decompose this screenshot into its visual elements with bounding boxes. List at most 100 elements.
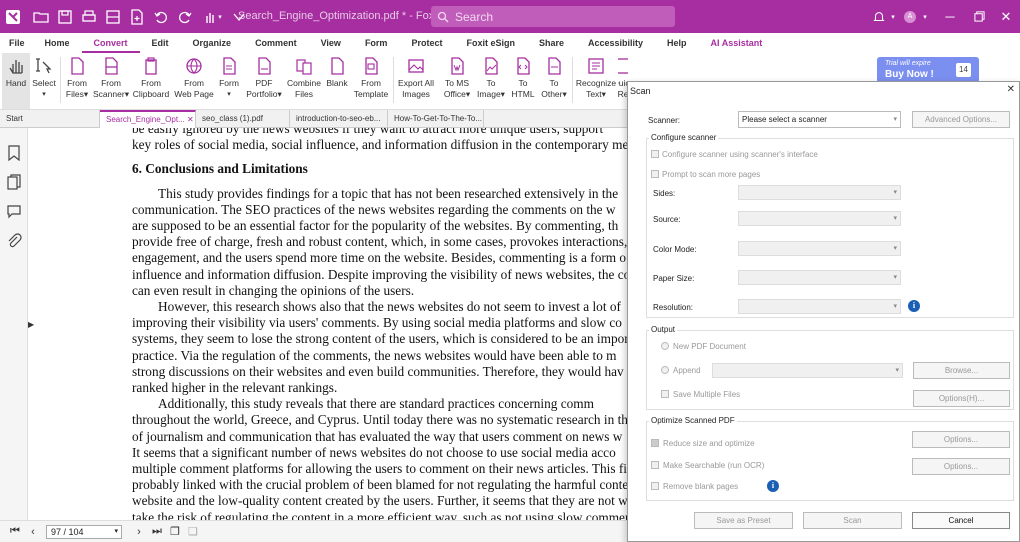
append-target-select[interactable]: ▾: [712, 363, 903, 378]
use-scanner-interface-checkbox[interactable]: [651, 150, 659, 158]
close-window-icon[interactable]: ✕: [994, 0, 1018, 33]
menu-share[interactable]: Share: [527, 33, 576, 53]
first-page-icon[interactable]: ⏮: [8, 525, 22, 538]
scan-doc-icon[interactable]: [101, 5, 125, 29]
account-dropdown-icon[interactable]: ▾: [920, 0, 930, 33]
blank-button[interactable]: Blank: [324, 53, 350, 109]
menu-ai-assistant[interactable]: AI Assistant: [699, 33, 775, 53]
make-searchable-checkbox[interactable]: [651, 461, 659, 469]
tab-seo-class[interactable]: seo_class (1).pdf: [196, 110, 290, 128]
last-page-icon[interactable]: ⏭: [150, 525, 164, 538]
from-scanner-button[interactable]: From Scanner▾: [93, 53, 129, 109]
menu-help[interactable]: Help: [655, 33, 699, 53]
chevron-down-icon: ▾: [893, 274, 897, 281]
tab-start[interactable]: Start: [0, 110, 100, 128]
menu-form[interactable]: Form: [353, 33, 400, 53]
clipboard-icon: [145, 57, 157, 75]
trial-promo-banner[interactable]: Trial will expire Buy Now ! 14: [877, 57, 979, 83]
menu-file[interactable]: File: [0, 33, 33, 53]
notification-dropdown-icon[interactable]: ▾: [888, 0, 898, 33]
reduce-size-options-button[interactable]: Options...: [912, 431, 1010, 448]
expand-panel-icon[interactable]: ▶: [28, 320, 34, 329]
notification-bell-icon[interactable]: [870, 0, 888, 33]
configure-scanner-group: [646, 138, 1014, 318]
previous-page-icon[interactable]: ‹: [26, 526, 40, 538]
form-button[interactable]: Form ▾: [216, 53, 242, 109]
resolution-info-icon[interactable]: i: [908, 300, 920, 312]
menu-protect[interactable]: Protect: [399, 33, 454, 53]
scan-dialog: Scan ✕ Scanner: Please select a scanner ▾…: [627, 81, 1020, 542]
select-tool-button[interactable]: Select ▾: [31, 53, 57, 109]
menu-foxit-esign[interactable]: Foxit eSign: [454, 33, 527, 53]
page-number-input[interactable]: 97 / 104 ▾: [46, 524, 122, 539]
sides-select[interactable]: ▾: [738, 185, 901, 200]
scan-button[interactable]: Scan: [803, 512, 902, 529]
hand-tool-button[interactable]: Hand: [2, 53, 30, 109]
from-web-page-button[interactable]: From Web Page: [173, 53, 215, 109]
remove-blank-info-icon[interactable]: i: [767, 480, 779, 492]
redo-icon[interactable]: [173, 5, 197, 29]
save-as-preset-button[interactable]: Save as Preset: [694, 512, 793, 529]
color-mode-select[interactable]: ▾: [738, 241, 901, 256]
from-clipboard-button[interactable]: From Clipboard: [131, 53, 171, 109]
cancel-button[interactable]: Cancel: [912, 512, 1010, 529]
tab-introduction-to-seo[interactable]: introduction-to-seo-eb...: [290, 110, 388, 128]
search-placeholder: Search: [455, 9, 494, 24]
paper-size-select[interactable]: ▾: [738, 270, 901, 285]
tab-how-to-get-to-the-top[interactable]: How-To-Get-To-The-To...: [388, 110, 484, 128]
text-line: take the risk of regulating the content …: [132, 509, 627, 520]
prompt-more-pages-checkbox[interactable]: [651, 170, 659, 178]
source-select[interactable]: ▾: [738, 211, 901, 226]
menu-convert[interactable]: Convert: [81, 33, 140, 53]
save-multiple-checkbox[interactable]: [661, 390, 669, 398]
export-all-images-button[interactable]: Export All Images: [396, 53, 436, 109]
menu-home[interactable]: Home: [33, 33, 82, 53]
menu-view[interactable]: View: [309, 33, 353, 53]
status-bar: ⏮ ‹ 97 / 104 ▾ › ⏭ ❐ ❏: [0, 520, 627, 542]
advanced-options-button[interactable]: Advanced Options...: [912, 111, 1010, 128]
menu-edit[interactable]: Edit: [140, 33, 181, 53]
tab-search-engine-optimization[interactable]: Search_Engine_Opt... ✕: [100, 110, 196, 128]
to-image-button[interactable]: To Image▾: [475, 53, 507, 109]
to-html-button[interactable]: To HTML: [508, 53, 538, 109]
from-template-button[interactable]: From Template: [351, 53, 391, 109]
attachment-icon[interactable]: [6, 233, 22, 249]
pages-icon[interactable]: [6, 174, 22, 190]
search-input[interactable]: Search: [431, 6, 675, 27]
restore-icon[interactable]: [966, 0, 992, 33]
save-icon[interactable]: [53, 5, 77, 29]
undo-icon[interactable]: [149, 5, 173, 29]
ocr-options-button[interactable]: Options...: [912, 458, 1010, 475]
text-line: However, this research shows also that t…: [158, 299, 621, 315]
combine-files-button[interactable]: Combine Files: [285, 53, 323, 109]
menu-accessibility[interactable]: Accessibility: [576, 33, 655, 53]
remove-blank-checkbox[interactable]: [651, 482, 659, 490]
resolution-select[interactable]: ▾: [738, 299, 901, 314]
browse-button[interactable]: Browse...: [913, 362, 1010, 379]
minimize-icon[interactable]: ─: [936, 0, 964, 33]
menu-organize[interactable]: Organize: [181, 33, 244, 53]
scanner-select[interactable]: Please select a scanner ▾: [738, 111, 901, 128]
close-icon[interactable]: ✕: [1007, 84, 1015, 95]
avatar[interactable]: A: [903, 0, 917, 33]
from-files-button[interactable]: From Files▾: [62, 53, 92, 109]
copy-page-icon[interactable]: ❏: [186, 525, 200, 538]
append-radio[interactable]: [661, 366, 669, 374]
to-other-button[interactable]: To Other▾: [539, 53, 569, 109]
menu-comment[interactable]: Comment: [243, 33, 309, 53]
recognize-text-button[interactable]: Recognize Text▾: [575, 53, 617, 109]
print-icon[interactable]: [77, 5, 101, 29]
comments-icon[interactable]: [6, 203, 22, 219]
bookmark-icon[interactable]: [6, 145, 22, 161]
pdf-portfolio-button[interactable]: PDF Portfolio▾: [244, 53, 284, 109]
reduce-size-checkbox[interactable]: [651, 439, 659, 447]
new-pdf-radio[interactable]: [661, 342, 669, 350]
page-view-icon[interactable]: ❐: [168, 525, 182, 538]
next-page-icon[interactable]: ›: [132, 526, 146, 538]
to-ms-office-button[interactable]: To MS Office▾: [440, 53, 474, 109]
new-doc-icon[interactable]: [125, 5, 149, 29]
document-view[interactable]: be easily ignored by the news websites i…: [40, 128, 627, 520]
open-folder-icon[interactable]: [29, 5, 53, 29]
options-h-button[interactable]: Options(H)...: [913, 390, 1010, 407]
hand-tool-dropdown-icon[interactable]: ▾: [197, 5, 227, 29]
